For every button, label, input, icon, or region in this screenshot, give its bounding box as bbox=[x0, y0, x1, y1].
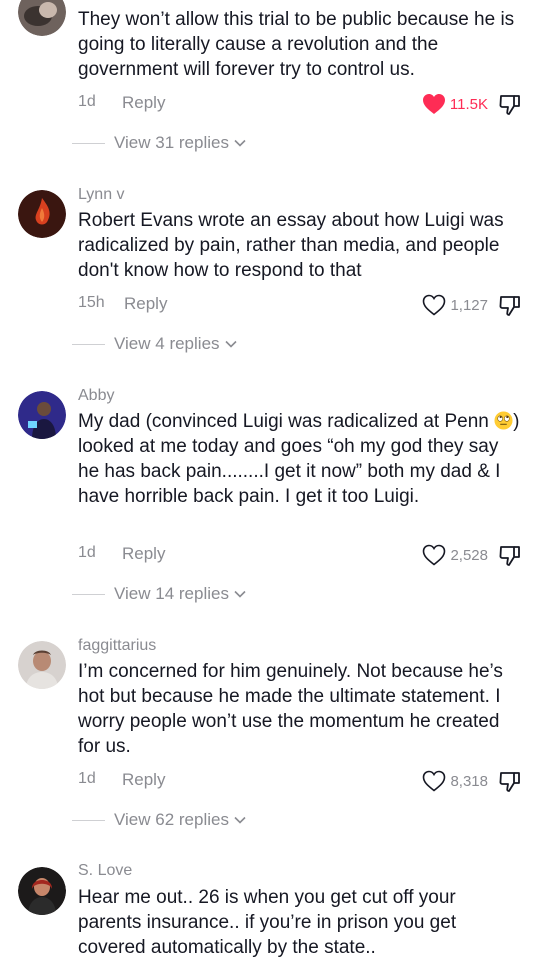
heart-icon[interactable] bbox=[422, 544, 446, 566]
comment-meta: 1d Reply bbox=[78, 544, 165, 563]
comment-text-part: My dad (convinced Luigi was radicalized … bbox=[78, 411, 495, 432]
comment-age: 1d bbox=[78, 93, 96, 110]
view-replies-label: View 62 replies bbox=[114, 810, 229, 829]
divider bbox=[72, 343, 105, 345]
chevron-down-icon bbox=[234, 816, 246, 824]
comment-username[interactable]: Abby bbox=[78, 387, 114, 405]
comment-meta: 15h Reply bbox=[78, 294, 167, 313]
comment-text: I’m concerned for him genuinely. Not bec… bbox=[78, 661, 503, 757]
view-replies-label: View 14 replies bbox=[114, 584, 229, 603]
avatar[interactable] bbox=[18, 0, 66, 36]
like-control: 8,318 bbox=[422, 769, 522, 793]
avatar[interactable] bbox=[18, 867, 66, 915]
like-count: 8,318 bbox=[450, 772, 488, 790]
chevron-down-icon bbox=[234, 139, 246, 147]
divider bbox=[72, 819, 105, 821]
avatar[interactable] bbox=[18, 641, 66, 689]
avatar[interactable] bbox=[18, 391, 66, 439]
reply-button[interactable]: Reply bbox=[122, 93, 165, 113]
like-control: 1,127 bbox=[422, 293, 522, 317]
chevron-down-icon bbox=[224, 340, 237, 348]
thumbs-down-icon[interactable] bbox=[498, 543, 522, 567]
divider bbox=[72, 142, 105, 144]
comment-username[interactable]: Lynn v bbox=[78, 186, 125, 204]
comment-text: My dad (convinced Luigi was radicalized … bbox=[78, 409, 523, 509]
reply-button[interactable]: Reply bbox=[124, 294, 167, 314]
eye-roll-emoji-icon bbox=[494, 411, 513, 430]
avatar[interactable] bbox=[18, 190, 66, 238]
comment-age: 15h bbox=[78, 294, 105, 311]
comment-meta: 1d Reply bbox=[78, 770, 165, 789]
reply-button[interactable]: Reply bbox=[122, 544, 165, 564]
comment-text: Hear me out.. 26 is when you get cut off… bbox=[78, 887, 457, 958]
heart-icon[interactable] bbox=[422, 294, 446, 316]
view-replies-button[interactable]: View 4 replies bbox=[72, 334, 237, 354]
view-replies-button[interactable]: View 62 replies bbox=[72, 810, 246, 830]
thumbs-down-icon[interactable] bbox=[498, 92, 522, 116]
comment-age: 1d bbox=[78, 770, 96, 787]
comment-username[interactable]: faggittarius bbox=[78, 637, 156, 655]
view-replies-button[interactable]: View 31 replies bbox=[72, 133, 246, 153]
like-control: 2,528 bbox=[422, 543, 522, 567]
thumbs-down-icon[interactable] bbox=[498, 293, 522, 317]
comment-username[interactable]: S. Love bbox=[78, 862, 132, 880]
like-count: 1,127 bbox=[450, 296, 488, 314]
heart-icon[interactable] bbox=[422, 93, 446, 115]
divider bbox=[72, 593, 105, 595]
heart-icon[interactable] bbox=[422, 770, 446, 792]
comment-text: Robert Evans wrote an essay about how Lu… bbox=[78, 210, 504, 281]
view-replies-label: View 4 replies bbox=[114, 334, 220, 353]
comment-age: 1d bbox=[78, 544, 96, 561]
view-replies-button[interactable]: View 14 replies bbox=[72, 584, 246, 604]
like-count: 2,528 bbox=[450, 546, 488, 564]
comment-text: They won’t allow this trial to be public… bbox=[78, 9, 515, 80]
comment-meta: 1d Reply bbox=[78, 93, 165, 112]
view-replies-label: View 31 replies bbox=[114, 133, 229, 152]
like-count: 11.5K bbox=[449, 95, 488, 113]
thumbs-down-icon[interactable] bbox=[498, 769, 522, 793]
like-control: 11.5K bbox=[422, 92, 522, 116]
chevron-down-icon bbox=[234, 590, 246, 598]
reply-button[interactable]: Reply bbox=[122, 770, 165, 790]
